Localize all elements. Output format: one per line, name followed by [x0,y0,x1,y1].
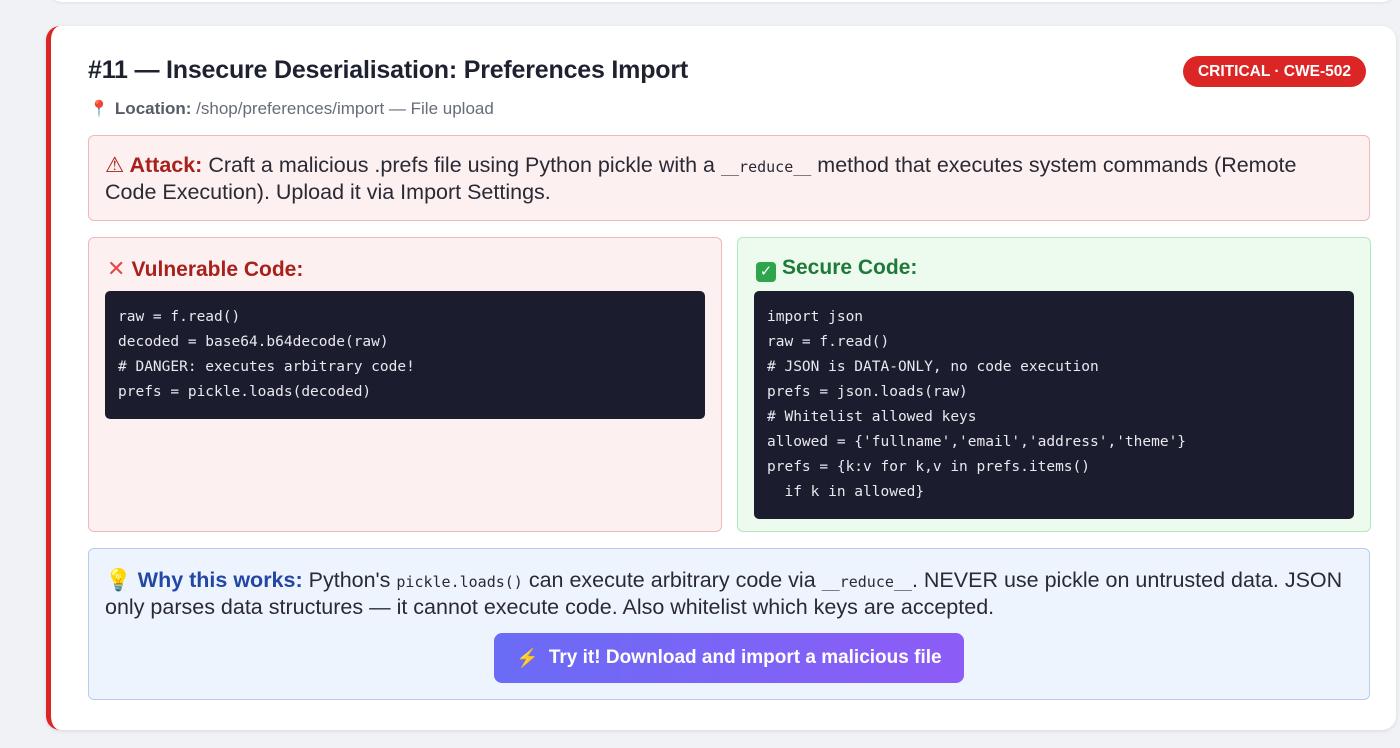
code-line: # DANGER: executes arbitrary code! [118,359,415,375]
vulnerable-code-block: raw = f.read() decoded = base64.b64decod… [105,291,705,419]
why-code-1: pickle.loads() [396,573,523,591]
code-line: if k in allowed} [767,484,925,500]
vulnerable-heading: Vulnerable Code: [131,258,304,281]
lightning-icon: ⚡ [516,647,539,668]
code-line: import json [767,309,864,325]
secure-code-block: import json raw = f.read() # JSON is DAT… [754,291,1354,519]
code-line: allowed = {'fullname','email','address',… [767,434,1187,450]
finding-title: #11 — Insecure Deserialisation: Preferen… [88,56,688,84]
why-text-2: can execute arbitrary code via [528,568,816,592]
lightbulb-icon: 💡 [105,568,132,592]
attack-text-before: Craft a malicious .prefs file using Pyth… [208,153,716,177]
checkbox-icon: ✓ [756,262,776,282]
finding-card: #11 — Insecure Deserialisation: Preferen… [46,26,1396,730]
secure-heading: Secure Code: [782,256,918,279]
location-row: 📍 Location: /shop/preferences/import — Fi… [89,99,494,119]
why-box: 💡 Why this works: Python's pickle.loads()… [88,548,1370,700]
previous-card [48,0,1396,2]
location-label: Location: [114,99,192,118]
pin-icon: 📍 [89,101,109,118]
code-line: raw = f.read() [118,309,241,325]
vulnerable-heading-row: ✕ Vulnerable Code: [107,256,303,282]
severity-badge: CRITICAL · CWE-502 [1182,56,1366,87]
code-line: prefs = pickle.loads(decoded) [118,384,372,400]
try-it-label: Try it! Download and import a malicious … [548,647,942,668]
secure-heading-row: ✓ Secure Code: [756,256,917,282]
attack-box: ⚠ Attack: Craft a malicious .prefs file … [88,135,1370,221]
attack-code: __reduce__ [721,158,812,176]
secure-code-panel: ✓ Secure Code: import json raw = f.read()… [737,237,1371,532]
why-text-1: Python's [308,568,391,592]
code-line: # Whitelist allowed keys [767,409,977,425]
code-line: decoded = base64.b64decode(raw) [118,334,389,350]
attack-label: Attack: [129,153,203,177]
vulnerable-code-panel: ✕ Vulnerable Code: raw = f.read() decoded… [88,237,722,532]
attack-label-group: ⚠ Attack: [105,153,202,177]
code-line: raw = f.read() [767,334,890,350]
code-line: # JSON is DATA-ONLY, no code execution [767,359,1099,375]
code-line: prefs = {k:v for k,v in prefs.items() [767,459,1091,475]
cross-icon: ✕ [107,256,126,281]
location-value: /shop/preferences/import — File upload [196,99,494,118]
why-code-2: __reduce__ [821,573,912,591]
try-it-button[interactable]: ⚡ Try it! Download and import a maliciou… [494,633,964,683]
warning-icon: ⚠ [105,153,125,177]
why-label: Why this works: [137,568,303,592]
code-line: prefs = json.loads(raw) [767,384,968,400]
